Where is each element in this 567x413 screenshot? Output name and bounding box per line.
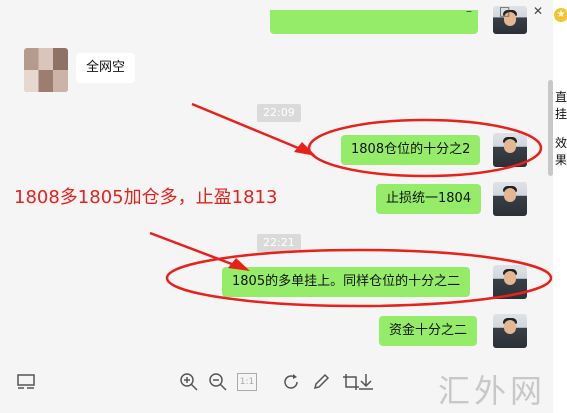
side-fragment: 效果 <box>555 136 567 167</box>
timestamp: 22:21 <box>257 234 301 252</box>
zoom-out-icon[interactable] <box>208 372 228 392</box>
rotate-icon[interactable] <box>282 372 302 392</box>
avatar[interactable] <box>493 314 527 348</box>
annotation-text: 1808多1805加仓多，止盈1813 <box>14 187 278 208</box>
zoom-in-icon[interactable] <box>179 372 199 392</box>
message-bubble[interactable]: 1805的多单挂上。同样仓位的十分之二 <box>222 267 471 297</box>
close-icon[interactable]: ✕ <box>533 4 543 18</box>
window-controls: – □ ✕ <box>0 0 553 24</box>
edit-icon[interactable] <box>311 372 331 392</box>
contact-avatar[interactable] <box>24 48 68 92</box>
star-icon: ★ <box>554 8 567 22</box>
avatar[interactable] <box>493 182 527 216</box>
avatar[interactable] <box>493 265 527 299</box>
layout-icon[interactable] <box>16 372 36 392</box>
download-icon[interactable] <box>356 372 376 392</box>
timestamp: 22:09 <box>257 104 301 122</box>
actual-size-icon[interactable]: 1:1 <box>237 373 257 391</box>
message-bubble[interactable]: 1808仓位的十分之2 <box>341 135 481 165</box>
contact-message[interactable]: 全网空 <box>76 53 136 83</box>
message-bubble[interactable]: 止损统一1804 <box>376 184 482 214</box>
minimize-icon[interactable]: – <box>466 4 472 18</box>
message-bubble[interactable]: 资金十分之二 <box>379 316 478 346</box>
watermark: 汇外网 <box>438 372 547 410</box>
avatar[interactable] <box>493 133 527 167</box>
adjacent-window-edge <box>553 0 567 413</box>
side-fragment: 直挂 <box>555 90 567 121</box>
maximize-icon[interactable]: □ <box>499 4 510 18</box>
